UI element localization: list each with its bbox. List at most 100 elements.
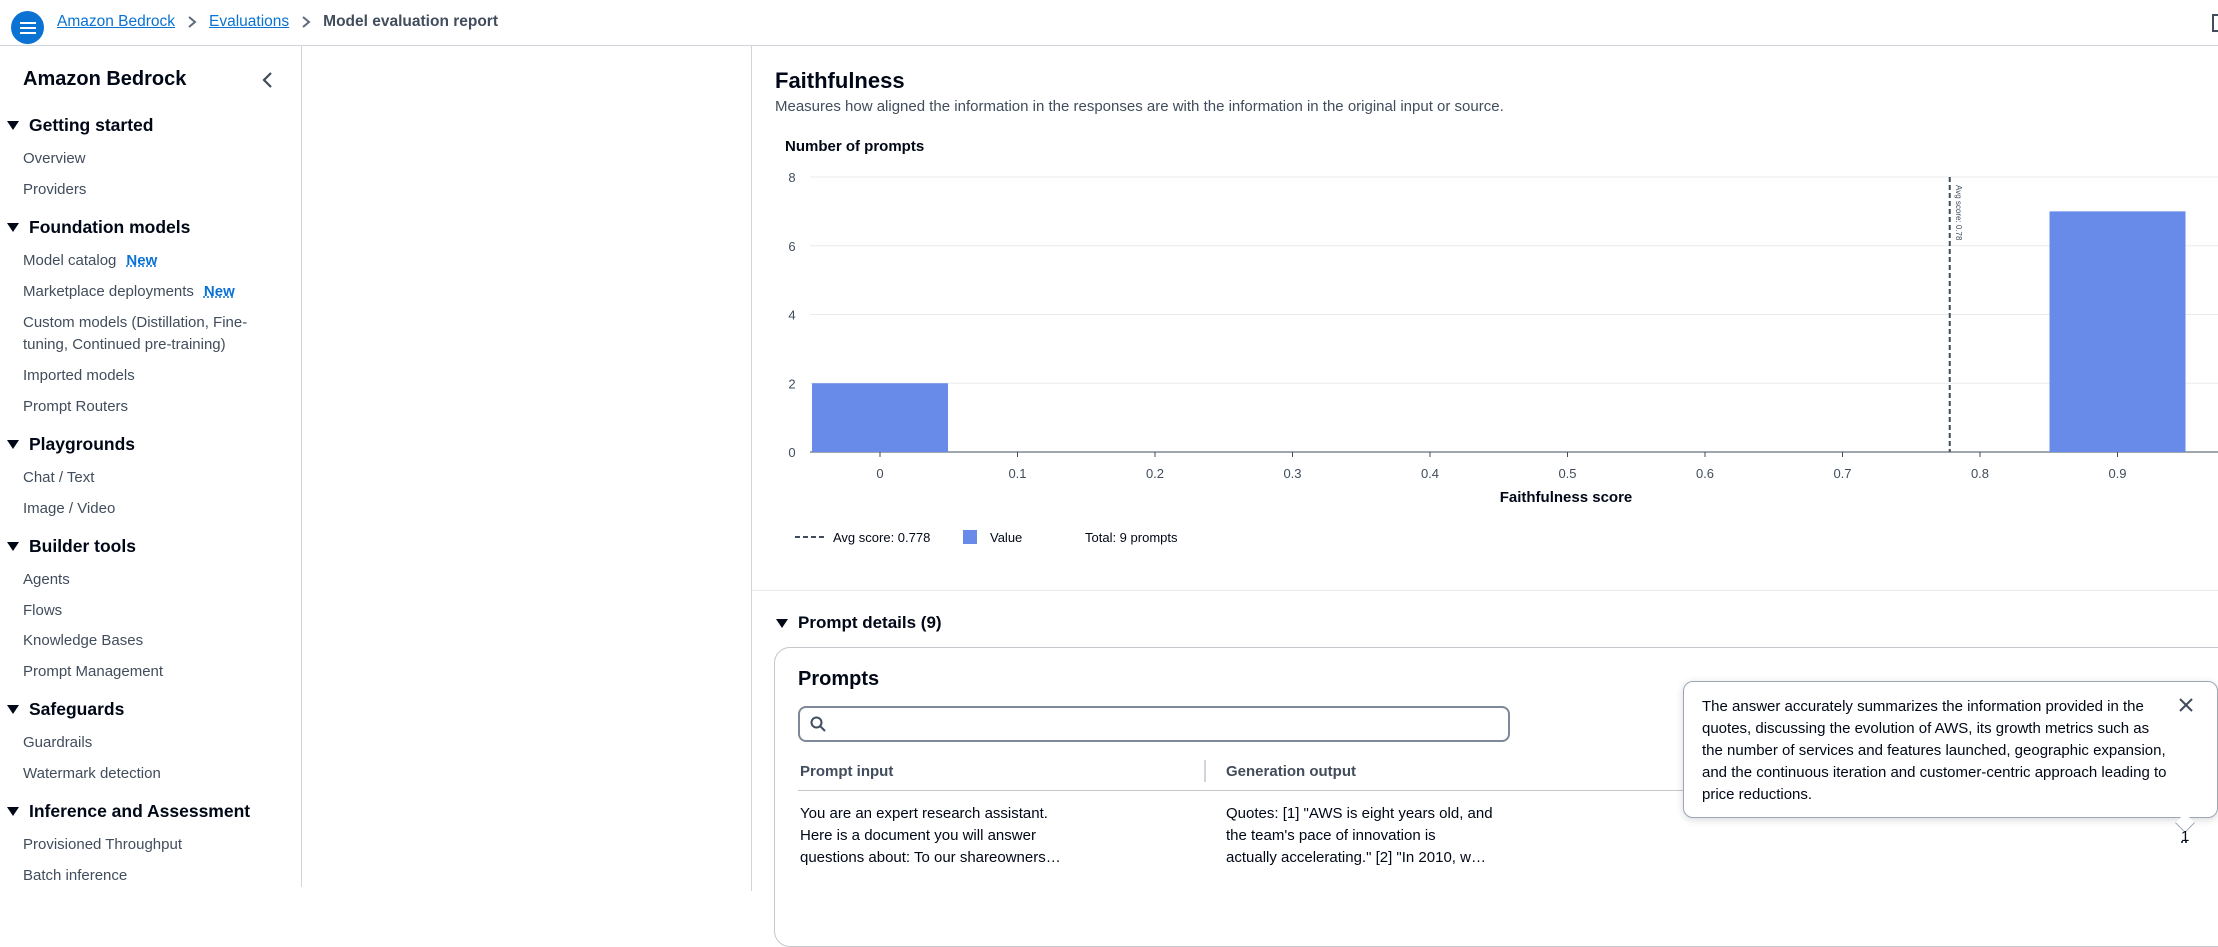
sidebar-item-watermark-detection[interactable]: Watermark detection (23, 763, 161, 785)
sidebar-item-overview[interactable]: Overview (23, 148, 86, 170)
column-header-prompt-input[interactable]: Prompt input (800, 763, 893, 780)
sidebar-item-marketplace-deployments[interactable]: Marketplace deployments New (23, 281, 235, 303)
x-tick-label: 0.3 (1283, 466, 1301, 481)
section-inference-and-assessment[interactable]: Inference and Assessment (7, 801, 250, 822)
avg-score-marker-label: Avg score: 0.78 (1954, 185, 1963, 241)
section-getting-started[interactable]: Getting started (7, 115, 153, 136)
nav-label: Model catalog (23, 252, 117, 269)
sidebar-item-providers[interactable]: Providers (23, 179, 86, 201)
chevron-left-icon[interactable] (258, 70, 278, 90)
hamburger-icon (19, 21, 36, 34)
caret-down-icon (7, 542, 19, 551)
nav-label: Marketplace deployments (23, 283, 194, 300)
search-icon (810, 716, 826, 732)
sidebar-item-batch-inference[interactable]: Batch inference (23, 865, 127, 887)
sidebar-item-imported-models[interactable]: Imported models (23, 365, 135, 387)
legend-value-swatch (963, 530, 977, 544)
legend-value-label: Value (990, 530, 1022, 545)
cell-line: Here is a document you will answer (800, 827, 1036, 844)
x-tick-label: 0.4 (1421, 466, 1439, 481)
cell-prompt-input: You are an expert research assistant. He… (800, 803, 1061, 869)
breadcrumb-evaluations[interactable]: Evaluations (209, 13, 289, 31)
caret-down-icon (7, 807, 19, 816)
legend-total-label: Total: 9 prompts (1085, 530, 1178, 545)
cell-line: actually accelerating." [2] "In 2010, w… (1226, 849, 1486, 866)
column-resizer[interactable] (1204, 760, 1206, 782)
top-navigation-bar: Amazon Bedrock Evaluations Model evaluat… (0, 0, 2218, 46)
prompt-details-toggle[interactable]: Prompt details (9) (776, 613, 942, 633)
y-tick-label: 4 (788, 308, 795, 323)
sidebar-title: Amazon Bedrock (23, 68, 187, 90)
score-value[interactable]: 1 (2181, 828, 2189, 845)
x-tick-label: 0.8 (1971, 466, 1989, 481)
nav-label-line: Custom models (Distillation, Fine- (23, 314, 248, 331)
caret-down-icon (7, 440, 19, 449)
chevron-right-icon (301, 15, 311, 29)
section-label: Safeguards (29, 699, 125, 719)
x-tick-label: 0.7 (1833, 466, 1851, 481)
sidebar-item-provisioned-throughput[interactable]: Provisioned Throughput (23, 834, 182, 856)
sidebar-item-model-catalog[interactable]: Model catalog New (23, 250, 157, 272)
section-playgrounds[interactable]: Playgrounds (7, 434, 135, 455)
prompts-title: Prompts (798, 668, 880, 690)
caret-down-icon (7, 705, 19, 714)
bar-0.9 (2049, 211, 2186, 452)
side-navigation: Amazon Bedrock Getting started Overview … (0, 46, 302, 887)
sidebar-item-agents[interactable]: Agents (23, 569, 70, 591)
caret-down-icon (776, 618, 788, 628)
section-label: Playgrounds (29, 434, 135, 454)
section-label: Builder tools (29, 536, 136, 556)
prompt-details-label: Prompt details (9) (798, 613, 942, 632)
sidebar-item-prompt-routers[interactable]: Prompt Routers (23, 396, 128, 418)
caret-down-icon (7, 121, 19, 130)
section-label: Getting started (29, 115, 154, 135)
menu-button[interactable] (11, 11, 44, 44)
breadcrumb-amazon-bedrock[interactable]: Amazon Bedrock (57, 13, 175, 31)
cell-line: You are an expert research assistant. (800, 805, 1048, 822)
sidebar-item-custom-models[interactable]: Custom models (Distillation, Fine- tunin… (23, 312, 247, 356)
x-tick-label: 0.2 (1146, 466, 1164, 481)
sidebar-item-image-video[interactable]: Image / Video (23, 498, 115, 520)
section-divider (752, 590, 2218, 591)
section-safeguards[interactable]: Safeguards (7, 699, 124, 720)
popover-text: The answer accurately summarizes the inf… (1702, 698, 2167, 803)
cell-line: questions about: To our shareowners… (800, 849, 1061, 866)
sidebar-item-guardrails[interactable]: Guardrails (23, 732, 92, 754)
panel-edge-icon[interactable] (2212, 14, 2218, 32)
section-label: Foundation models (29, 217, 191, 237)
x-tick-label: 0.9 (2108, 466, 2126, 481)
chevron-right-icon (187, 15, 197, 29)
section-foundation-models[interactable]: Foundation models (7, 217, 190, 238)
sidebar-item-chat-text[interactable]: Chat / Text (23, 467, 94, 489)
y-tick-label: 6 (788, 239, 795, 254)
sidebar-item-flows[interactable]: Flows (23, 600, 62, 622)
legend-avg-label: Avg score: 0.778 (833, 530, 930, 545)
search-field[interactable] (798, 706, 1510, 742)
nav-label-line: tuning, Continued pre-training) (23, 336, 226, 353)
column-header-generation-output[interactable]: Generation output (1226, 763, 1356, 780)
cell-line: the team's pace of innovation is (1226, 827, 1436, 844)
y-tick-label: 0 (788, 445, 795, 460)
new-badge[interactable]: New (204, 283, 235, 300)
breadcrumb: Amazon Bedrock Evaluations Model evaluat… (57, 13, 498, 31)
y-tick-label: 8 (788, 170, 795, 185)
x-tick-label: 0 (876, 466, 883, 481)
y-tick-label: 2 (788, 376, 795, 391)
caret-down-icon (7, 223, 19, 232)
search-input[interactable] (834, 715, 1474, 733)
x-tick-label: 0.1 (1008, 466, 1026, 481)
cell-generation-output: Quotes: [1] "AWS is eight years old, and… (1226, 803, 1493, 869)
breadcrumb-current-page: Model evaluation report (323, 13, 499, 30)
new-badge[interactable]: New (126, 252, 157, 269)
x-axis-title: Faithfulness score (1500, 489, 1633, 506)
section-label: Inference and Assessment (29, 801, 251, 821)
faithfulness-histogram: 0 2 4 6 8 0 0.1 0.2 0.3 0.4 0.5 0.6 0.7 0.8 0.9 Avg sco… (788, 170, 2218, 545)
cell-line: Quotes: [1] "AWS is eight years old, and (1226, 805, 1493, 822)
sidebar-item-knowledge-bases[interactable]: Knowledge Bases (23, 630, 143, 652)
x-tick-label: 0.6 (1696, 466, 1714, 481)
bar-0 (812, 383, 948, 452)
sidebar-item-prompt-management[interactable]: Prompt Management (23, 661, 163, 683)
close-icon[interactable] (2176, 695, 2196, 715)
section-builder-tools[interactable]: Builder tools (7, 536, 136, 557)
x-tick-label: 0.5 (1558, 466, 1576, 481)
